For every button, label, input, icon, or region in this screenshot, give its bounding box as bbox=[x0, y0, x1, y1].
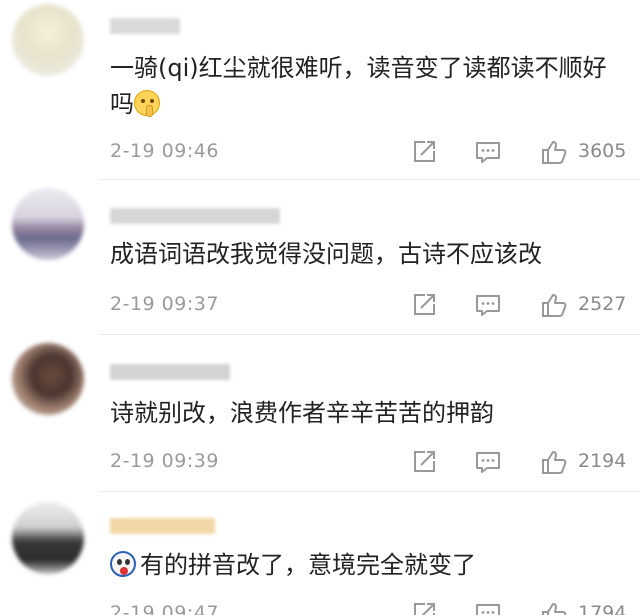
comment-time: 2-19 09:47 bbox=[110, 602, 219, 615]
like-count: 1794 bbox=[578, 602, 627, 615]
comment-text: 有的拼音改了，意境完全就变了 bbox=[110, 547, 630, 583]
avatar[interactable] bbox=[12, 4, 84, 76]
like-count: 2194 bbox=[578, 450, 627, 472]
comment-meta: 2-19 09:39 2194 bbox=[110, 448, 640, 478]
comment-text-body: 有的拼音改了，意境完全就变了 bbox=[140, 551, 476, 579]
thumbs-up-icon[interactable] bbox=[540, 448, 568, 476]
like-count: 3605 bbox=[578, 140, 627, 162]
comment-item: 一骑(qi)红尘就很难听，读音变了读都读不顺好吗 2-19 09:46 3605 bbox=[0, 0, 640, 180]
comment-icon[interactable] bbox=[474, 138, 502, 166]
comment-icon[interactable] bbox=[474, 291, 502, 319]
shh-face-icon bbox=[134, 90, 160, 117]
username-blurred[interactable] bbox=[110, 518, 215, 534]
comment-text: 诗就别改，浪费作者辛辛苦苦的押韵 bbox=[110, 399, 494, 427]
comment-time: 2-19 09:37 bbox=[110, 293, 219, 315]
username-blurred[interactable] bbox=[110, 208, 280, 224]
username-blurred[interactable] bbox=[110, 18, 180, 34]
shocked-face-icon bbox=[110, 551, 136, 577]
comment-time: 2-19 09:39 bbox=[110, 450, 219, 472]
comment-icon[interactable] bbox=[474, 448, 502, 476]
share-icon[interactable] bbox=[410, 138, 438, 166]
avatar[interactable] bbox=[12, 343, 84, 415]
username-blurred[interactable] bbox=[110, 364, 230, 380]
comment-icon[interactable] bbox=[474, 600, 502, 615]
like-count: 2527 bbox=[578, 293, 627, 315]
avatar[interactable] bbox=[12, 188, 84, 260]
comment-item: 有的拼音改了，意境完全就变了 2-19 09:47 1794 bbox=[0, 492, 640, 615]
comment-text: 一骑(qi)红尘就很难听，读音变了读都读不顺好吗 bbox=[110, 50, 630, 122]
thumbs-up-icon[interactable] bbox=[540, 600, 568, 615]
thumbs-up-icon[interactable] bbox=[540, 291, 568, 319]
comment-meta: 2-19 09:37 2527 bbox=[110, 291, 640, 321]
comment-text-body: 一骑(qi)红尘就很难听，读音变了读都读不顺好吗 bbox=[110, 54, 607, 118]
comment-item: 成语词语改我觉得没问题，古诗不应该改 2-19 09:37 2527 bbox=[0, 180, 640, 335]
comment-meta: 2-19 09:46 3605 bbox=[110, 138, 640, 168]
comment-meta: 2-19 09:47 1794 bbox=[110, 600, 640, 615]
comment-time: 2-19 09:46 bbox=[110, 140, 219, 162]
share-icon[interactable] bbox=[410, 291, 438, 319]
comment-item: 诗就别改，浪费作者辛辛苦苦的押韵 2-19 09:39 2194 bbox=[0, 335, 640, 492]
share-icon[interactable] bbox=[410, 448, 438, 476]
share-icon[interactable] bbox=[410, 600, 438, 615]
avatar[interactable] bbox=[12, 502, 84, 574]
comment-text: 成语词语改我觉得没问题，古诗不应该改 bbox=[110, 240, 542, 268]
thumbs-up-icon[interactable] bbox=[540, 138, 568, 166]
